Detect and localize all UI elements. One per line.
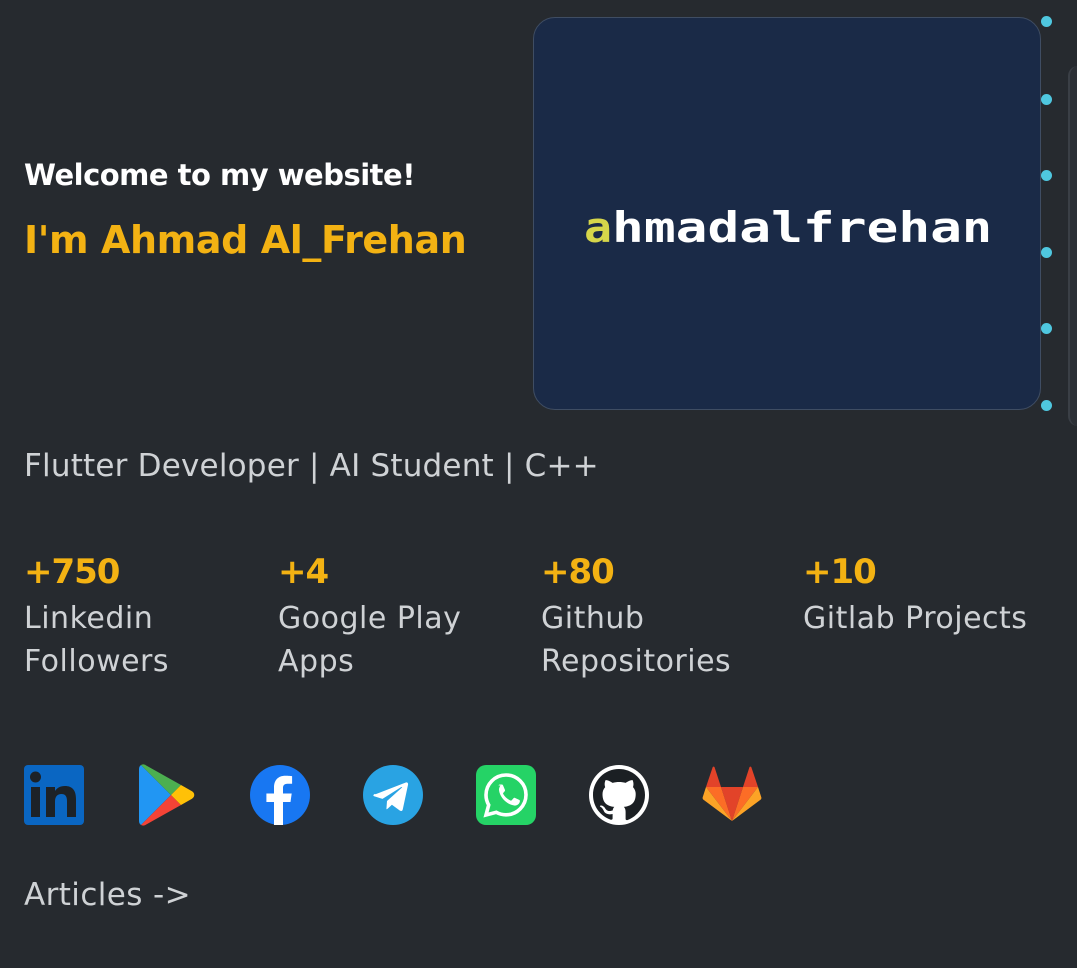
whatsapp-icon — [476, 765, 536, 825]
stat-label: Apps — [278, 644, 355, 679]
carousel-dot[interactable] — [1041, 400, 1052, 411]
telegram-link[interactable] — [361, 763, 425, 827]
logo-card: a hmadalfreha n — [533, 17, 1041, 410]
carousel-dot[interactable] — [1041, 323, 1052, 334]
carousel-dot[interactable] — [1041, 16, 1052, 27]
stat-value: +80 — [541, 552, 615, 592]
welcome-text: Welcome to my website! — [24, 158, 415, 192]
logo-text-accent: a — [584, 204, 612, 248]
stat-github: +80 Github Repositories — [541, 549, 731, 683]
ahmadalfrehan-logo: a hmadalfreha n — [584, 204, 992, 248]
logo-text-end: n — [962, 204, 992, 248]
articles-link[interactable]: Articles -> — [24, 877, 191, 913]
linkedin-link[interactable] — [22, 763, 86, 827]
stat-label: Linkedin — [24, 601, 154, 636]
hero-name: I'm Ahmad Al_Frehan — [24, 218, 467, 262]
stat-value: +750 — [24, 552, 120, 592]
stat-gitlab: +10 Gitlab Projects — [803, 549, 1027, 640]
google-play-icon — [139, 764, 195, 826]
social-links — [22, 763, 782, 827]
google-play-link[interactable] — [135, 763, 199, 827]
facebook-link[interactable] — [248, 763, 312, 827]
tagline: Flutter Developer | AI Student | C++ — [24, 448, 599, 484]
facebook-icon — [250, 765, 310, 825]
stat-label: Repositories — [541, 644, 732, 679]
whatsapp-link[interactable] — [474, 763, 538, 827]
stat-label: Followers — [24, 644, 170, 679]
telegram-icon — [363, 765, 423, 825]
stat-linkedin: +750 Linkedin Followers — [24, 549, 169, 683]
stat-label: Google Play — [278, 601, 462, 636]
gitlab-link[interactable] — [700, 763, 764, 827]
logo-text: hmadalfreha — [612, 204, 962, 248]
linkedin-icon — [24, 765, 84, 825]
stat-value: +4 — [278, 552, 329, 592]
stat-value: +10 — [803, 552, 877, 592]
stat-google-play: +4 Google Play Apps — [278, 549, 461, 683]
side-panel-edge — [1068, 66, 1077, 426]
carousel-dot[interactable] — [1041, 94, 1052, 105]
stat-label: Github — [541, 601, 645, 636]
carousel-dot[interactable] — [1041, 247, 1052, 258]
github-link[interactable] — [587, 763, 651, 827]
github-icon — [589, 765, 649, 825]
stat-label: Gitlab Projects — [803, 601, 1028, 636]
carousel-dots — [1041, 16, 1053, 416]
stats-row: +750 Linkedin Followers +4 Google Play A… — [24, 549, 1064, 699]
gitlab-icon — [702, 766, 762, 821]
carousel-dot[interactable] — [1041, 170, 1052, 181]
